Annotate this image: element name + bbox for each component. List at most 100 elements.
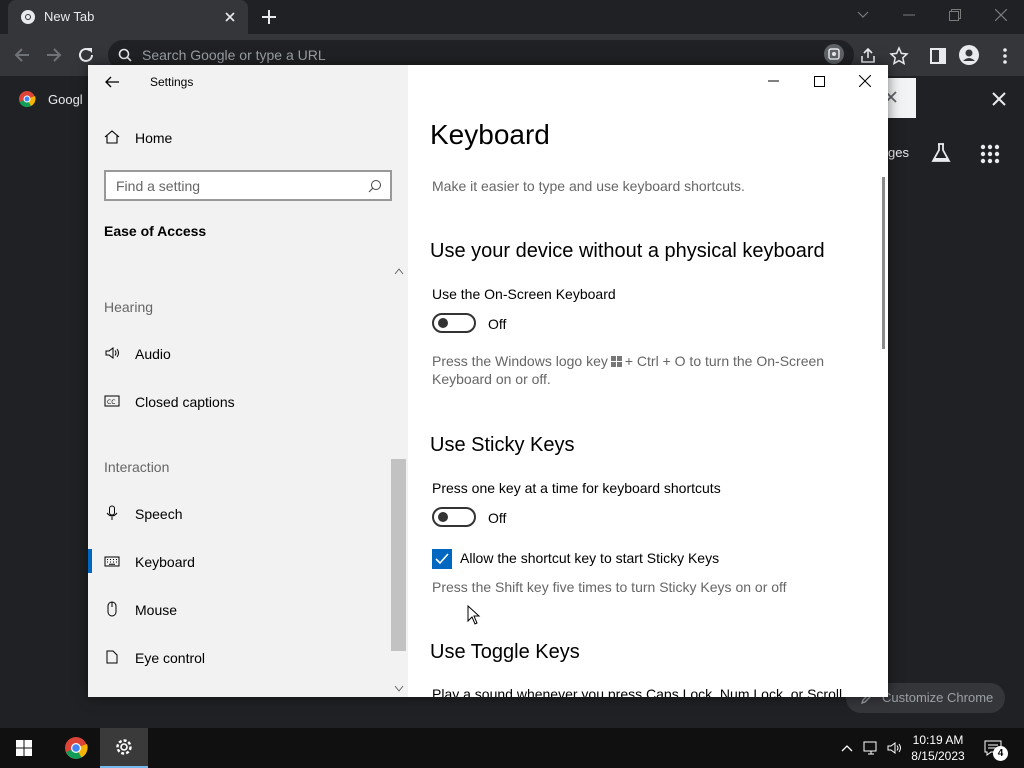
clock-date: 8/15/2023 bbox=[911, 749, 965, 763]
toggle-knob bbox=[438, 318, 448, 328]
chevron-up-icon[interactable] bbox=[839, 740, 855, 756]
sidebar-item-label: Home bbox=[135, 130, 173, 146]
sidebar-item-home[interactable]: Home bbox=[88, 121, 408, 155]
new-tab-plus-icon[interactable] bbox=[260, 8, 278, 26]
close-icon bbox=[859, 75, 871, 87]
speaker-icon bbox=[105, 347, 119, 359]
taskbar-settings[interactable] bbox=[100, 728, 148, 768]
active-indicator bbox=[88, 549, 92, 573]
windows-taskbar: 10:19 AM 8/15/2023 4 bbox=[0, 728, 1024, 768]
osk-toggle-state: Off bbox=[488, 316, 507, 332]
group-label-interaction: Interaction bbox=[104, 459, 170, 475]
close-button[interactable] bbox=[842, 65, 888, 97]
maximize-button[interactable] bbox=[796, 65, 842, 97]
ntp-banner-edge bbox=[885, 78, 916, 118]
sidebar-item-speech[interactable]: Speech bbox=[88, 493, 408, 533]
back-arrow-icon[interactable] bbox=[12, 45, 32, 65]
clock-time: 10:19 AM bbox=[912, 733, 964, 747]
sidebar-item-label: Mouse bbox=[135, 602, 178, 618]
google-chrome-logo-icon bbox=[65, 737, 88, 759]
chrome-tab-new-tab[interactable]: New Tab bbox=[8, 0, 248, 34]
chrome-icon bbox=[21, 10, 35, 24]
sticky-keys-heading: Use Sticky Keys bbox=[430, 434, 575, 456]
osk-toggle-label: Use the On-Screen Keyboard bbox=[432, 286, 616, 302]
sidebar-scrollbar-thumb[interactable] bbox=[391, 459, 406, 651]
back-arrow-icon[interactable] bbox=[104, 74, 120, 90]
scroll-down-arrow-icon[interactable] bbox=[394, 685, 404, 693]
notification-count-badge: 4 bbox=[993, 746, 1008, 761]
toggle-keys-partial-label: Play a sound whenever you press Caps Loc… bbox=[432, 686, 843, 697]
close-tab-icon[interactable] bbox=[222, 9, 238, 25]
search-icon bbox=[118, 48, 132, 62]
sidebar-item-label: Keyboard bbox=[135, 554, 195, 570]
share-icon[interactable] bbox=[858, 46, 878, 66]
scroll-up-arrow-icon[interactable] bbox=[394, 267, 404, 275]
sidebar-item-mouse[interactable]: Mouse bbox=[88, 589, 408, 629]
eye-control-icon bbox=[106, 650, 118, 664]
sticky-keys-toggle-label: Press one key at a time for keyboard sho… bbox=[432, 480, 721, 496]
settings-window-controls bbox=[408, 65, 888, 99]
google-lens-icon[interactable] bbox=[824, 44, 844, 64]
find-setting-search-input[interactable]: Find a setting bbox=[104, 170, 392, 201]
settings-content: Keyboard Make it easier to type and use … bbox=[408, 65, 888, 697]
chrome-tab-strip: New Tab bbox=[0, 0, 1024, 34]
close-icon[interactable] bbox=[990, 90, 1008, 108]
sidebar-item-audio[interactable]: Audio bbox=[88, 333, 408, 373]
osk-toggle-switch[interactable] bbox=[432, 313, 476, 333]
window-title: Settings bbox=[150, 75, 194, 89]
settings-titlebar: Settings bbox=[88, 65, 408, 99]
browser-close-button[interactable] bbox=[978, 0, 1024, 30]
minimize-button[interactable] bbox=[750, 65, 796, 97]
windows-logo-icon bbox=[610, 356, 622, 367]
maximize-icon bbox=[813, 75, 825, 87]
sidebar-item-label: Audio bbox=[135, 346, 171, 362]
section-heading: Ease of Access bbox=[104, 223, 207, 239]
page-subtitle: Make it easier to type and use keyboard … bbox=[432, 178, 745, 194]
taskbar-clock[interactable]: 10:19 AM 8/15/2023 bbox=[902, 732, 974, 764]
mouse-icon bbox=[107, 601, 117, 617]
content-scrollbar-thumb[interactable] bbox=[882, 177, 885, 349]
more-menu-icon[interactable] bbox=[995, 46, 1015, 66]
browser-restore-button[interactable] bbox=[932, 0, 978, 30]
osk-heading: Use your device without a physical keybo… bbox=[430, 240, 825, 262]
sidebar-item-keyboard[interactable]: Keyboard bbox=[88, 541, 408, 581]
forward-arrow-icon[interactable] bbox=[44, 45, 64, 65]
apps-grid-icon[interactable] bbox=[980, 144, 1000, 164]
minimize-icon bbox=[767, 80, 779, 82]
volume-icon[interactable] bbox=[887, 740, 903, 756]
sidebar-item-label: Eye control bbox=[135, 650, 206, 666]
profile-avatar-icon[interactable] bbox=[959, 45, 979, 65]
settings-sidebar: Settings Home Find a setting Ease of Acc… bbox=[88, 65, 408, 697]
restore-icon bbox=[949, 9, 961, 21]
start-button[interactable] bbox=[0, 728, 48, 768]
browser-minimize-button[interactable] bbox=[886, 0, 932, 30]
closed-captions-icon: CC bbox=[104, 395, 120, 407]
google-shortcut-label: Googl bbox=[48, 91, 83, 107]
sidebar-item-label: Closed captions bbox=[135, 394, 235, 410]
taskbar-chrome[interactable] bbox=[52, 728, 100, 768]
group-label-hearing: Hearing bbox=[104, 299, 154, 315]
gear-icon bbox=[116, 739, 132, 755]
close-icon bbox=[995, 9, 1007, 21]
settings-window: Settings Home Find a setting Ease of Acc… bbox=[88, 65, 888, 697]
tab-search-button[interactable] bbox=[840, 0, 886, 30]
sticky-keys-checkbox-label: Allow the shortcut key to start Sticky K… bbox=[460, 550, 720, 566]
checkmark-icon bbox=[435, 553, 449, 565]
sticky-keys-shortcut-checkbox[interactable] bbox=[432, 549, 452, 569]
ntp-images-link[interactable]: ges bbox=[888, 145, 909, 160]
sticky-keys-help-text: Press the Shift key five times to turn S… bbox=[432, 579, 787, 595]
labs-flask-icon[interactable] bbox=[930, 142, 952, 164]
sidebar-item-closed-captions[interactable]: CC Closed captions bbox=[88, 381, 408, 421]
search-placeholder: Find a setting bbox=[116, 178, 201, 194]
chevron-down-icon bbox=[857, 11, 869, 18]
sidebar-item-eye-control[interactable]: Eye control bbox=[88, 637, 408, 677]
network-icon[interactable] bbox=[863, 740, 879, 756]
side-panel-icon[interactable] bbox=[928, 46, 948, 66]
sticky-keys-toggle-switch[interactable] bbox=[432, 507, 476, 527]
windows-logo-icon bbox=[16, 740, 32, 756]
reload-icon[interactable] bbox=[76, 45, 96, 65]
minimize-icon bbox=[903, 14, 915, 16]
browser-window-controls bbox=[840, 0, 1024, 34]
bookmark-star-icon[interactable] bbox=[889, 46, 909, 66]
google-shortcut[interactable]: Googl bbox=[18, 90, 83, 108]
